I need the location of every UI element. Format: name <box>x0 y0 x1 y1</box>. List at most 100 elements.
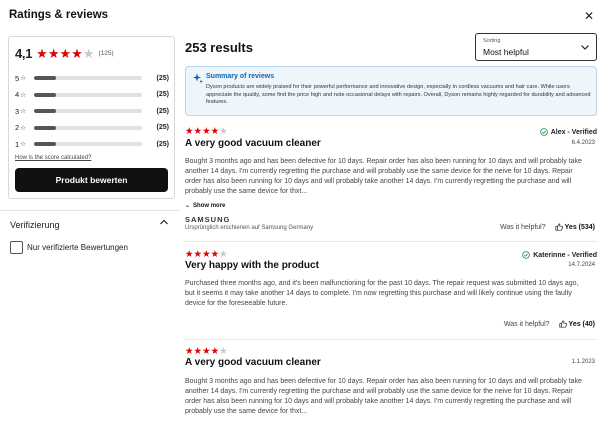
review-body: Bought 3 months ago and has been defecti… <box>185 378 582 416</box>
distribution-stars: 2 <box>15 123 20 133</box>
thumbs-up-icon <box>558 320 567 328</box>
star-empty-icon: ★ <box>82 45 95 61</box>
star-filled-icon: ★ <box>210 347 220 357</box>
review-stars: ★ ★ ★ ★ ★ <box>185 250 228 260</box>
verified-check-icon <box>522 251 530 259</box>
distribution-stars: 4 <box>15 90 20 100</box>
distribution-count: (25) <box>156 74 169 82</box>
filter-title: Verifizierung <box>10 220 60 230</box>
helpful-label: Was it helpful? <box>499 223 546 231</box>
helpful-label: Was it helpful? <box>503 320 550 328</box>
star-filled-icon: ★ <box>202 126 211 137</box>
distribution-stars: 5 <box>15 73 20 83</box>
divider <box>185 241 597 242</box>
show-more-button[interactable]: ⌄ Show more <box>185 202 226 210</box>
author-name: Katerinne - Verified <box>533 251 597 259</box>
overall-score: 4,1 ★ ★ ★ ★ ★ (125) <box>15 45 114 61</box>
sorting-label: Sorting <box>483 38 501 44</box>
chevron-up-icon[interactable] <box>159 217 169 227</box>
divider <box>185 339 597 340</box>
star-icon: ☆ <box>20 75 26 83</box>
dialog-title: Ratings & reviews <box>9 9 109 21</box>
show-more-label: Show more <box>193 202 226 209</box>
helpful-yes-label: Yes (40) <box>568 320 595 328</box>
review-author: Alex - Verified <box>539 128 597 136</box>
star-filled-icon: ★ <box>36 45 48 61</box>
summary-text: Dyson products are widely praised for th… <box>206 84 591 106</box>
distribution-bar <box>34 125 142 130</box>
review-title: A very good vacuum cleaner <box>185 357 321 368</box>
sparkle-icon <box>193 73 203 83</box>
star-filled-icon: ★ <box>193 126 203 137</box>
review-date: 6.4.2023 <box>571 140 595 146</box>
helpful-row: Was it helpful? Yes (40) <box>504 320 595 328</box>
divider <box>0 210 180 211</box>
score-info-link[interactable]: How is the score calculated? <box>15 155 91 161</box>
review-date: 1.1.2023 <box>571 359 595 365</box>
review-card: ★ ★ ★ ★ ★ 1.1.2023 A very good vacuum cleane… <box>185 347 597 432</box>
helpful-yes-button[interactable]: Yes (534) <box>549 223 595 231</box>
brand-logo: SAMSUNG <box>185 215 231 224</box>
review-summary: Summary of reviews Dyson products are wi… <box>185 66 597 116</box>
helpful-yes-label: Yes (534) <box>564 223 595 231</box>
star-empty-icon: ★ <box>219 126 228 137</box>
distribution-row[interactable]: 3 ☆ (25) <box>15 103 169 120</box>
star-filled-icon: ★ <box>185 249 194 260</box>
distribution-count: (25) <box>156 107 169 115</box>
star-empty-icon: ★ <box>219 347 228 357</box>
distribution-count: (25) <box>156 124 169 132</box>
helpful-yes-button[interactable]: Yes (40) <box>553 320 595 328</box>
distribution-row[interactable]: 5 ☆ (25) <box>15 70 169 87</box>
rating-count: (125) <box>98 49 114 57</box>
summary-title: Summary of reviews <box>206 73 275 80</box>
close-icon[interactable]: ✕ <box>582 9 596 23</box>
thumbs-up-icon <box>555 223 563 231</box>
star-filled-icon: ★ <box>193 347 203 357</box>
score-card: 4,1 ★ ★ ★ ★ ★ (125) 5 ☆ (25) 4 ☆ (25) 3 ☆ (25) … <box>8 36 175 199</box>
review-card: ★ ★ ★ ★ ★ Katerinne - Verified 14.7.2024 Ver… <box>185 250 597 335</box>
distribution-stars: 1 <box>15 139 20 149</box>
distribution-row[interactable]: 2 ☆ (25) <box>15 120 169 137</box>
star-icon: ☆ <box>20 141 26 149</box>
sorting-select[interactable]: Sorting Most helpful <box>475 33 597 61</box>
chevron-down-icon: ⌄ <box>185 203 191 209</box>
rate-product-button[interactable]: Produkt bewerten <box>15 168 168 192</box>
review-date: 14.7.2024 <box>568 262 595 268</box>
star-icon: ☆ <box>20 124 26 132</box>
chevron-down-icon <box>581 45 589 50</box>
star-icon: ☆ <box>20 91 26 99</box>
star-filled-icon: ★ <box>210 249 220 260</box>
star-filled-icon: ★ <box>71 45 83 61</box>
distribution-bar <box>34 76 142 81</box>
results-count: 253 results <box>185 40 253 55</box>
star-filled-icon: ★ <box>59 45 72 61</box>
sorting-value: Most helpful <box>483 47 529 57</box>
distribution-count: (25) <box>156 140 169 148</box>
verified-only-checkbox[interactable] <box>10 241 23 254</box>
source-note: Ursprünglich erschienen auf Samsung Germ… <box>185 225 314 231</box>
review-title: A very good vacuum cleaner <box>185 138 321 149</box>
star-filled-icon: ★ <box>185 347 194 357</box>
distribution-bar <box>34 92 142 97</box>
star-filled-icon: ★ <box>210 126 220 137</box>
rating-distribution: 5 ☆ (25) 4 ☆ (25) 3 ☆ (25) 2 ☆ (25) 1 ☆ (25) <box>15 70 169 153</box>
score-value: 4,1 <box>15 45 33 61</box>
review-author: Katerinne - Verified <box>522 251 597 259</box>
review-title: Very happy with the product <box>185 260 319 271</box>
review-stars: ★ ★ ★ ★ ★ <box>185 347 228 357</box>
review-stars: ★ ★ ★ ★ ★ <box>185 127 228 137</box>
distribution-row[interactable]: 1 ☆ (25) <box>15 136 169 153</box>
star-filled-icon: ★ <box>47 45 60 61</box>
distribution-count: (25) <box>156 91 169 99</box>
star-empty-icon: ★ <box>219 249 228 260</box>
review-card: ★ ★ ★ ★ ★ Alex - Verified 6.4.2023 A very go… <box>185 127 597 235</box>
star-filled-icon: ★ <box>202 347 211 357</box>
distribution-stars: 3 <box>15 106 20 116</box>
author-name: Alex - Verified <box>550 128 597 136</box>
distribution-row[interactable]: 4 ☆ (25) <box>15 87 169 104</box>
helpful-row: Was it helpful? Yes (534) <box>500 223 595 231</box>
star-filled-icon: ★ <box>185 126 194 137</box>
review-body: Purchased three months ago, and it's bee… <box>185 280 579 308</box>
star-filled-icon: ★ <box>193 249 203 260</box>
distribution-bar <box>34 109 142 114</box>
